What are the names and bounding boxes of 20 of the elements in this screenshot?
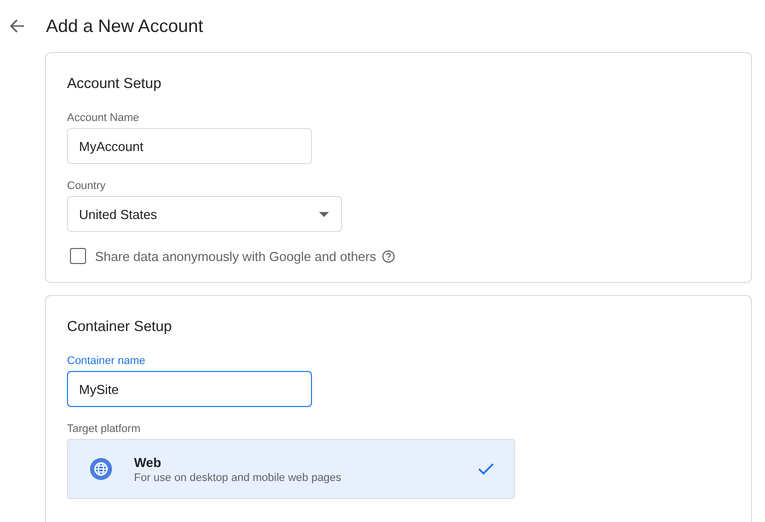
back-arrow-icon[interactable] [9,18,25,34]
platform-option[interactable]: Web For use on desktop and mobile web pages [67,439,515,499]
section-title: Container Setup [67,319,172,335]
country-dropdown[interactable]: United States [67,196,342,232]
option-title: Web [134,454,162,470]
checkbox[interactable] [70,248,86,264]
globe-icon [90,458,112,480]
checkmark-icon [478,463,494,475]
help-icon[interactable] [382,250,396,262]
page-title: Add a New Account [46,16,204,36]
field-label: Target platform [67,423,140,435]
checkbox-label: Share data anonymously with Google and others [95,248,376,264]
container-name-field[interactable]: MySite [67,371,312,407]
field-label: Account Name [67,112,140,124]
account-name-field[interactable]: MyAccount [67,128,312,164]
dropdown-caret-icon [319,212,329,216]
option-description: For use on desktop and mobile web pages [134,472,342,484]
field-label: Country [67,180,106,192]
field-label: Container name [67,355,146,367]
section-title: Account Setup [67,76,162,92]
